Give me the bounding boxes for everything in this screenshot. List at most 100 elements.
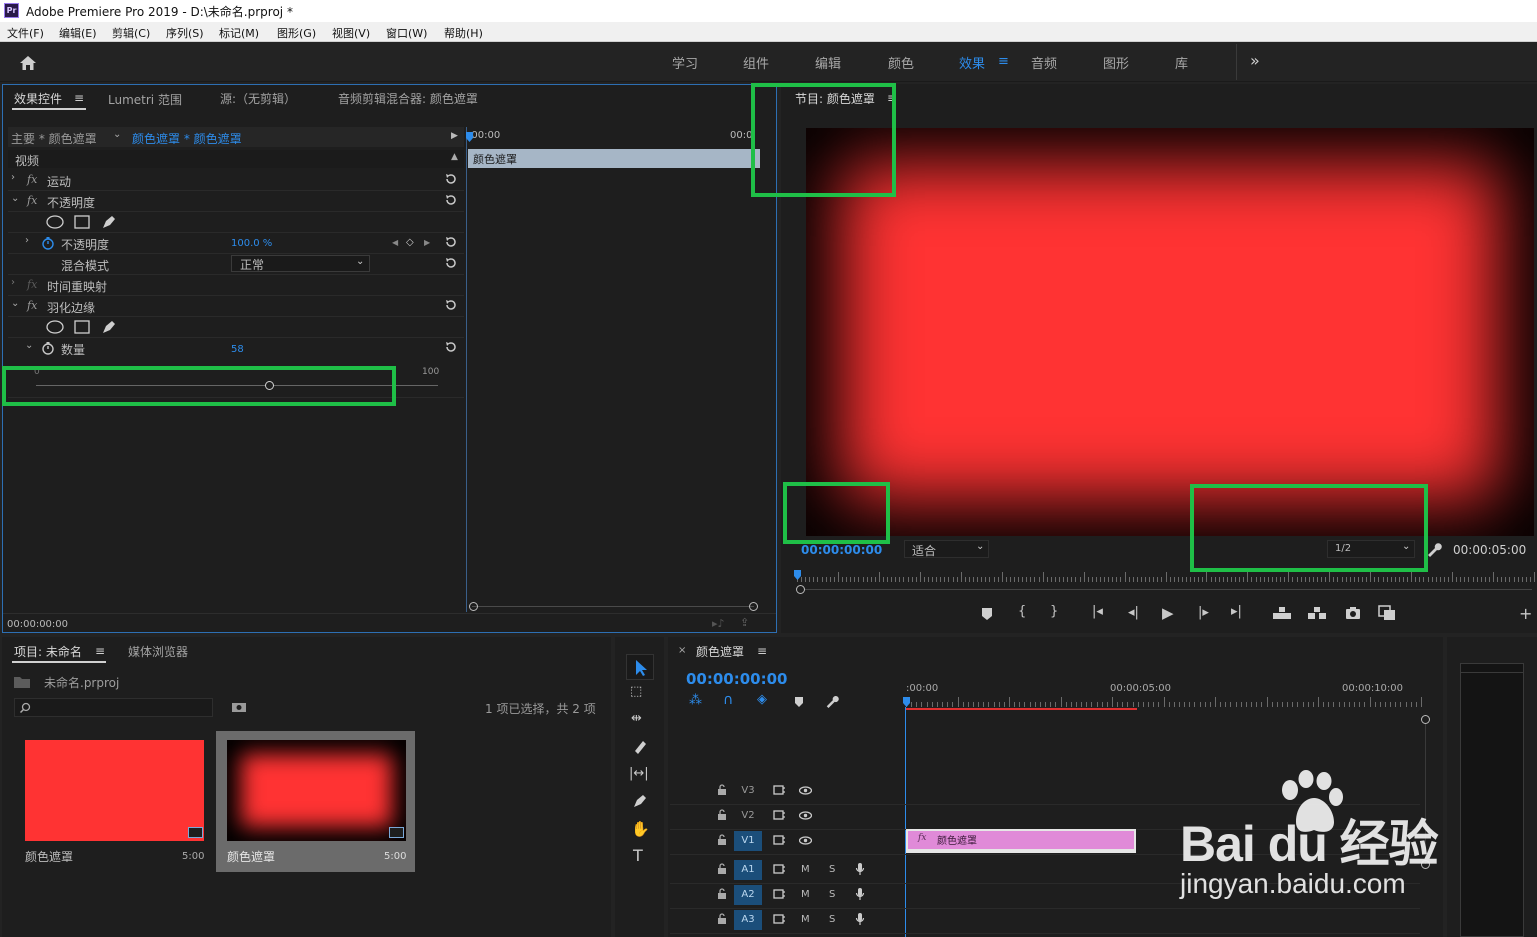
workspace-tab-color[interactable]: 颜色 xyxy=(888,53,914,72)
menu-window[interactable]: 窗口(W) xyxy=(386,25,427,41)
reset-icon[interactable] xyxy=(444,298,458,312)
add-button-icon[interactable]: + xyxy=(1519,604,1532,623)
panel-menu-icon[interactable]: ≡ xyxy=(95,644,105,658)
track-solo-button[interactable]: S xyxy=(829,864,835,875)
program-timecode[interactable]: 00:00:00:00 xyxy=(801,543,882,557)
snap-magnet-icon[interactable]: ∩ xyxy=(723,692,733,708)
workspace-tab-editing[interactable]: 编辑 xyxy=(815,53,841,72)
menu-edit[interactable]: 编辑(E) xyxy=(59,25,97,41)
sync-lock-icon[interactable] xyxy=(773,835,786,845)
tab-effect-controls[interactable]: 效果控件 xyxy=(14,90,62,107)
track-select-tool-icon[interactable]: ⬚ xyxy=(630,684,642,699)
track-label-v3[interactable]: V3 xyxy=(734,785,762,796)
project-item[interactable]: 颜色遮罩 5:00 xyxy=(14,731,213,872)
menu-sequence[interactable]: 序列(S) xyxy=(166,25,204,41)
project-search-input[interactable] xyxy=(14,698,213,717)
opacity-value[interactable]: 100.0 % xyxy=(231,238,272,249)
reset-icon[interactable] xyxy=(444,193,458,207)
expand-chevron-icon[interactable]: › xyxy=(11,277,15,288)
work-area-bar[interactable] xyxy=(906,708,1137,710)
rectangle-mask-icon[interactable] xyxy=(74,320,90,334)
ec-clip-bar[interactable]: 颜色遮罩 xyxy=(468,149,760,168)
home-icon[interactable] xyxy=(18,54,38,72)
motion-effect-label[interactable]: 运动 xyxy=(47,173,71,190)
ec-timecode[interactable]: 00:00:00:00 xyxy=(7,619,68,630)
tab-lumetri-scopes[interactable]: Lumetri 范围 xyxy=(108,91,182,108)
step-back-icon[interactable]: ◂| xyxy=(1128,605,1139,620)
clip-label[interactable]: 颜色遮罩 * 颜色遮罩 xyxy=(132,130,242,147)
workspace-tab-libraries[interactable]: 库 xyxy=(1175,53,1188,72)
reset-icon[interactable] xyxy=(444,340,458,354)
menu-clip[interactable]: 剪辑(C) xyxy=(112,25,150,41)
workspace-tab-effects[interactable]: 效果 xyxy=(959,53,985,72)
workspace-overflow-icon[interactable]: » xyxy=(1250,51,1260,70)
amount-value[interactable]: 58 xyxy=(231,344,244,355)
track-label-v2[interactable]: V2 xyxy=(734,810,762,821)
expand-chevron-icon[interactable]: › xyxy=(11,172,15,183)
pen-mask-icon[interactable] xyxy=(100,213,118,231)
menu-file[interactable]: 文件(F) xyxy=(7,25,44,41)
fx-badge-icon[interactable]: fx xyxy=(27,173,37,186)
track-solo-button[interactable]: S xyxy=(829,914,835,925)
ellipse-mask-icon[interactable] xyxy=(46,320,64,334)
go-to-in-icon[interactable]: |◂ xyxy=(1092,604,1103,619)
feathered-matte-thumbnail[interactable] xyxy=(227,740,406,841)
microphone-icon[interactable] xyxy=(855,912,865,926)
track-lock-icon[interactable] xyxy=(717,809,727,821)
timeline-clip-body[interactable]: fx 颜色遮罩 xyxy=(908,831,1134,849)
workspace-tab-learn[interactable]: 学习 xyxy=(672,53,698,72)
razor-tool-icon[interactable] xyxy=(632,739,648,755)
wrench-icon[interactable] xyxy=(1426,541,1442,557)
add-marker-icon[interactable] xyxy=(794,696,804,708)
export-frame-icon[interactable] xyxy=(1345,606,1361,620)
sequence-timecode[interactable]: 00:00:00:00 xyxy=(686,670,788,688)
track-mute-button[interactable]: M xyxy=(801,889,810,900)
fit-select[interactable]: 适合 ⌄ xyxy=(904,540,989,558)
sync-lock-icon[interactable] xyxy=(773,889,786,899)
workspace-menu-icon[interactable]: ≡ xyxy=(998,54,1009,69)
track-mute-button[interactable]: M xyxy=(801,864,810,875)
pen-tool-icon[interactable] xyxy=(632,793,648,809)
track-mute-button[interactable]: M xyxy=(801,914,810,925)
track-lock-icon[interactable] xyxy=(717,888,727,900)
rectangle-mask-icon[interactable] xyxy=(74,215,90,229)
lift-icon[interactable] xyxy=(1272,606,1292,620)
pen-mask-icon[interactable] xyxy=(100,318,118,336)
sync-lock-icon[interactable] xyxy=(773,810,786,820)
project-item-selected[interactable]: 颜色遮罩 5:00 xyxy=(216,731,415,872)
eye-visibility-icon[interactable] xyxy=(799,836,812,845)
next-keyframe-icon[interactable]: ▶ xyxy=(424,238,430,247)
add-marker-icon[interactable] xyxy=(981,607,993,621)
tab-audio-clip-mixer[interactable]: 音频剪辑混合器: 颜色遮罩 xyxy=(338,90,478,107)
export-icon[interactable]: ⇪ xyxy=(740,616,749,629)
hand-tool-icon[interactable]: ✋ xyxy=(631,820,650,838)
menu-help[interactable]: 帮助(H) xyxy=(444,25,483,41)
master-clip-label[interactable]: 主要 * 颜色遮罩 xyxy=(11,130,97,147)
program-video-frame[interactable] xyxy=(806,128,1534,536)
reset-icon[interactable] xyxy=(444,235,458,249)
program-time-ruler[interactable] xyxy=(797,572,1535,584)
eye-visibility-icon[interactable] xyxy=(799,786,812,795)
tab-media-browser[interactable]: 媒体浏览器 xyxy=(128,643,188,660)
ellipse-mask-icon[interactable] xyxy=(46,215,64,229)
expand-chevron-icon[interactable]: › xyxy=(25,235,29,246)
slip-tool-icon[interactable]: |↔| xyxy=(629,766,649,781)
timeline-clip[interactable]: fx 颜色遮罩 xyxy=(906,829,1136,853)
track-solo-button[interactable]: S xyxy=(829,889,835,900)
track-lock-icon[interactable] xyxy=(717,863,727,875)
mark-in-icon[interactable]: { xyxy=(1018,604,1026,619)
sync-lock-icon[interactable] xyxy=(773,914,786,924)
panel-menu-icon[interactable]: ≡ xyxy=(74,91,84,105)
menu-marker[interactable]: 标记(M) xyxy=(219,25,259,41)
program-zoom-bar[interactable] xyxy=(805,589,1532,590)
type-tool-icon[interactable]: T xyxy=(633,846,643,865)
ec-zoom-handle-right[interactable] xyxy=(749,602,758,611)
ripple-edit-tool-icon[interactable]: ⇹ xyxy=(631,711,642,726)
workspace-tab-audio[interactable]: 音频 xyxy=(1031,53,1057,72)
reset-icon[interactable] xyxy=(444,172,458,186)
track-label-a3[interactable]: A3 xyxy=(734,910,762,930)
sync-lock-icon[interactable] xyxy=(773,785,786,795)
eye-visibility-icon[interactable] xyxy=(799,811,812,820)
opacity-effect-label[interactable]: 不透明度 xyxy=(47,194,95,211)
collapse-up-icon[interactable]: ▲ xyxy=(451,152,458,162)
